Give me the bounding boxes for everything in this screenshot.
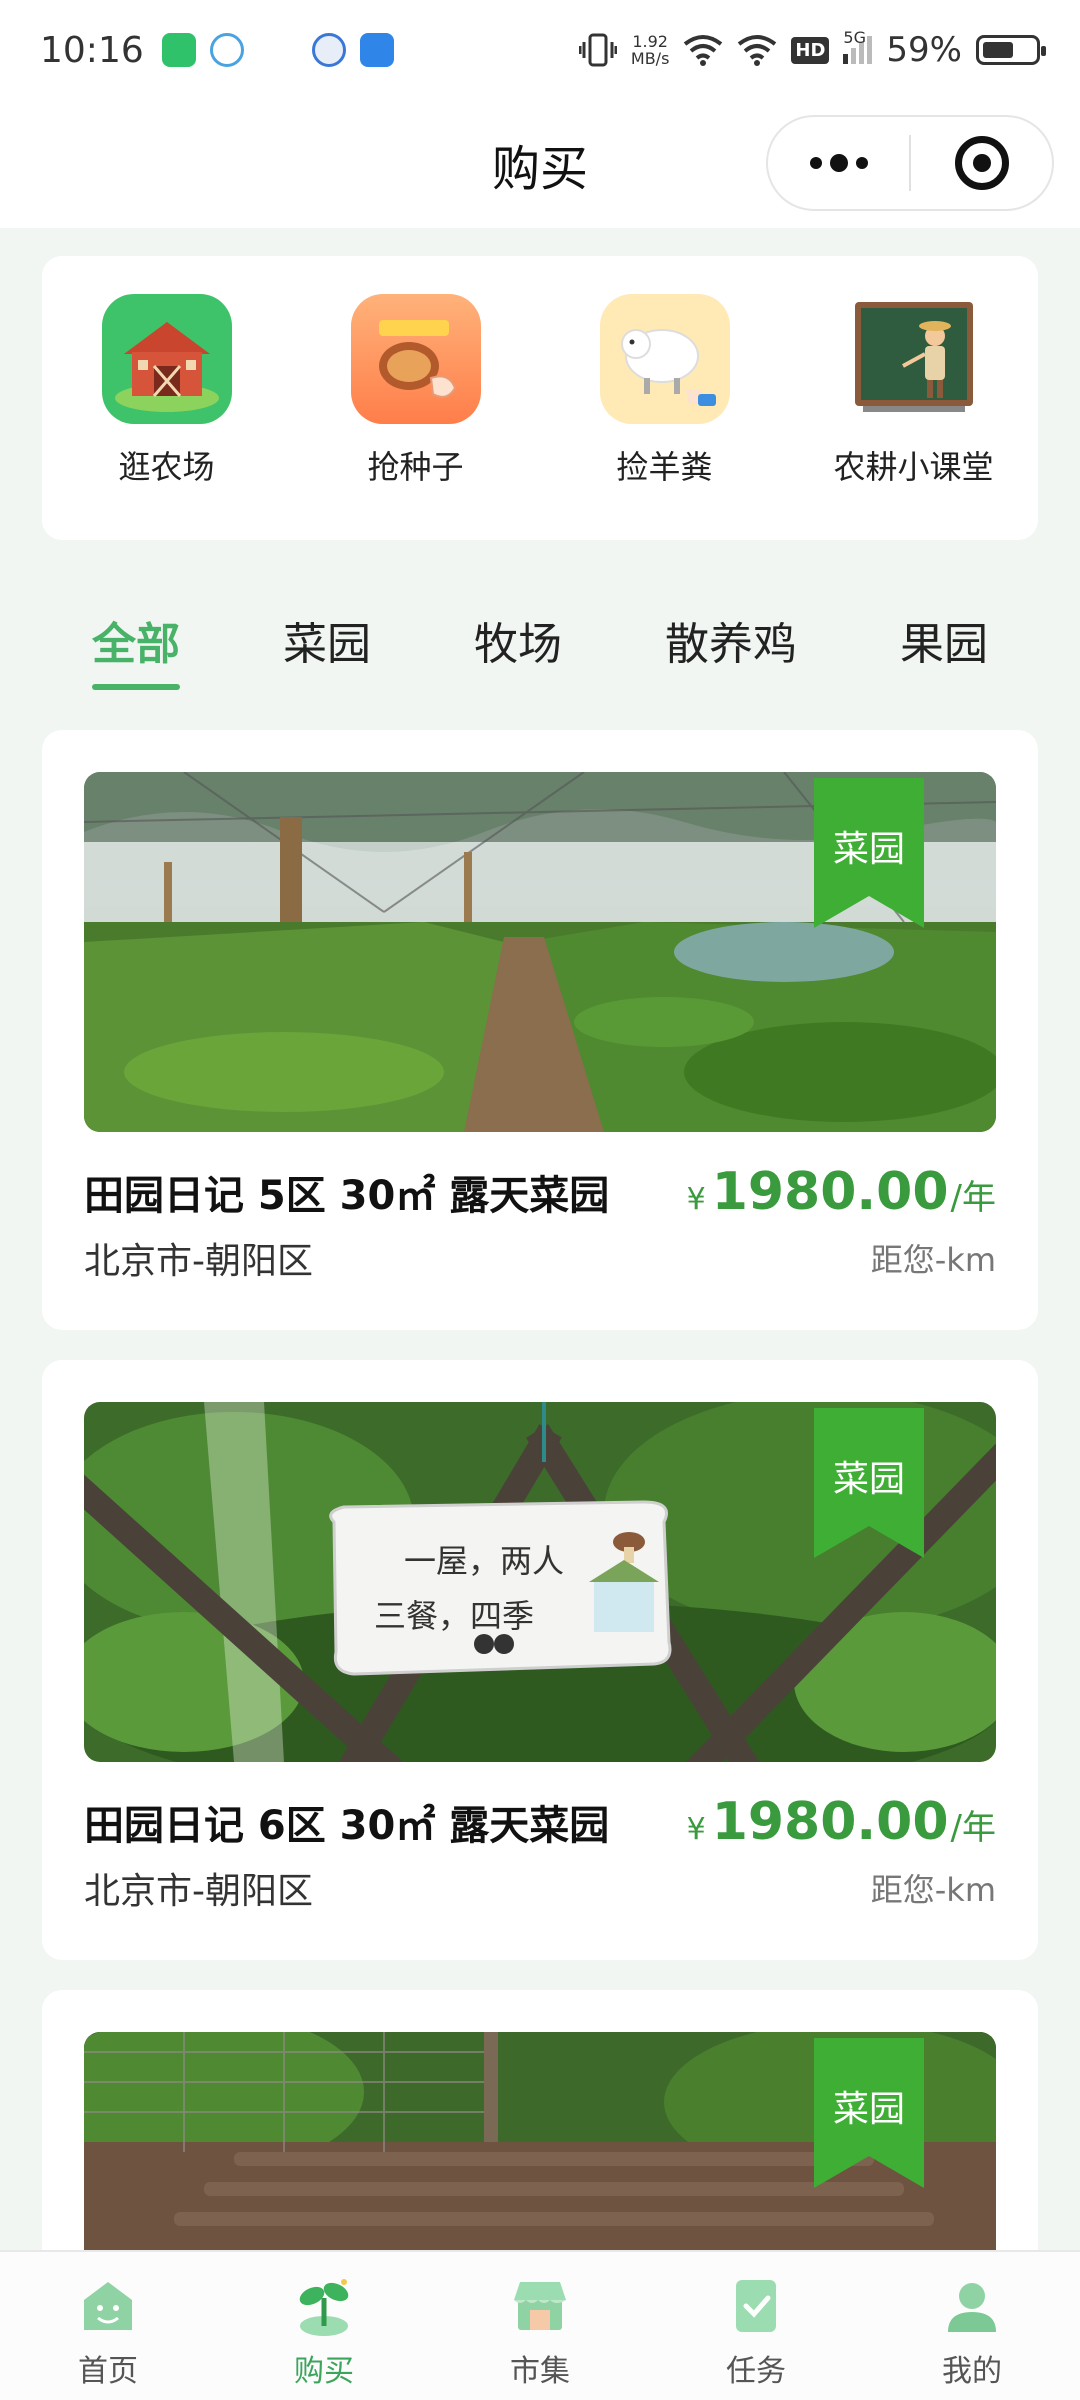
listing-distance: 距您-km [870,1241,996,1279]
listing-title-row: 田园日记 5区 30㎡ 露天菜园 ¥ 1980.00 /年 [84,1162,996,1222]
signal-indicator: 5G [843,28,873,64]
listing-title: 田园日记 5区 30㎡ 露天菜园 [84,1173,610,1219]
ribbon-label: 菜园 [832,2089,905,2130]
listing-card[interactable]: 菜园 [42,1990,1038,2290]
price-value: 1980.00 [711,1792,949,1852]
sheep-icon [599,294,730,424]
hd-badge: HD [791,36,830,64]
listing-meta-row: 北京市-朝阳区 距您-km [84,1232,996,1284]
bottom-nav-label: 我的 [942,2354,1002,2389]
price-currency: ¥ [686,1812,706,1847]
bottom-nav-label: 市集 [510,2354,570,2389]
tab-free-range-chicken[interactable]: 散养鸡 [665,586,797,672]
nav-bar: 购买 [0,100,1080,228]
net-speed-unit: MB/s [630,49,670,68]
listing-card[interactable]: 菜园 田园日记 5区 30㎡ 露天菜园 ¥ 1980.00 /年 北京市-朝阳区… [42,730,1038,1330]
category-tabs: 全部 菜园 牧场 散养鸡 果园 [42,586,1038,696]
tab-orchard[interactable]: 果园 [900,586,988,672]
chat-notification-icon [209,33,244,67]
market-stall-icon [514,2282,566,2330]
listing-photo: 一屋，两人 三餐，四季 菜园 [84,1402,996,1762]
page-title: 购买 [491,141,588,197]
wechat-notification-icon [161,33,196,67]
quick-label: 抢种子 [367,448,464,486]
price-unit: /年 [950,1808,996,1848]
price-value: 1980.00 [711,1162,949,1222]
ribbon-label: 菜园 [832,829,905,870]
category-ribbon: 菜园 [814,1408,924,1558]
quick-item-visit-farm[interactable]: 逛农场 [57,294,277,540]
price-currency: ¥ [686,1182,706,1217]
wifi-icon [684,35,723,66]
target-icon [954,136,1009,190]
signal-label: 5G [843,28,866,47]
barn-icon [101,294,232,424]
wifi-secondary-icon [738,35,777,66]
listing-photo: 菜园 [84,772,996,1132]
listing-card[interactable]: 一屋，两人 三餐，四季 菜园 田园日记 6区 30㎡ 露天菜园 ¥ 1980.0… [42,1360,1038,1960]
sign-text-line1: 一屋，两人 [404,1542,564,1580]
battery-icon [976,35,1046,65]
listing-title: 田园日记 6区 30㎡ 露天菜园 [84,1803,610,1849]
tab-all[interactable]: 全部 [92,586,180,690]
listing-meta-row: 北京市-朝阳区 距您-km [84,1862,996,1914]
bottom-nav-market[interactable]: 市集 [440,2252,640,2400]
bottom-nav-profile[interactable]: 我的 [872,2252,1072,2400]
quick-item-farming-class[interactable]: 农耕小课堂 [804,294,1024,540]
bottom-nav-tasks[interactable]: 任务 [656,2252,856,2400]
classroom-icon [848,294,979,424]
bottom-nav-buy[interactable]: 购买 [224,2252,424,2400]
more-button[interactable] [768,117,909,209]
net-speed: 1.92 MB/s [631,33,670,67]
shield-app-icon [311,33,346,67]
status-bar: 10:16 1.92 MB/s HD 5G 59% [0,0,1080,100]
sprout-icon [299,2279,349,2336]
mini-program-capsule [766,115,1054,211]
quick-item-grab-seeds[interactable]: 抢种子 [306,294,526,540]
tab-pasture[interactable]: 牧场 [474,586,562,672]
seed-grab-icon [350,294,481,424]
profile-icon [948,2283,996,2332]
listing-location: 北京市-朝阳区 [84,1241,313,1282]
quick-item-collect-manure[interactable]: 捡羊粪 [555,294,775,540]
status-right: 1.92 MB/s HD 5G 59% [578,28,1046,70]
bottom-nav-label: 购买 [294,2354,354,2389]
listing-distance: 距您-km [870,1871,996,1909]
quick-label: 逛农场 [118,448,215,486]
close-mini-program-button[interactable] [911,117,1052,209]
category-ribbon: 菜园 [814,778,924,928]
more-dots-icon [809,154,868,172]
listing-title-row: 田园日记 6区 30㎡ 露天菜园 ¥ 1980.00 /年 [84,1792,996,1852]
price-unit: /年 [950,1178,996,1218]
status-time: 10:16 [40,29,144,71]
clipboard-app-icon [359,33,394,67]
bottom-nav-home[interactable]: 首页 [8,2252,208,2400]
category-ribbon: 菜园 [814,2038,924,2188]
listing-price: ¥ 1980.00 /年 [687,1162,996,1222]
quick-label: 捡羊粪 [616,448,713,486]
net-speed-value: 1.92 [632,32,668,51]
listing-location: 北京市-朝阳区 [84,1871,313,1912]
bottom-nav-label: 首页 [78,2354,138,2389]
ribbon-label: 菜园 [832,1459,905,1500]
quick-menu: 逛农场 抢种子 捡羊粪 农耕小课堂 [42,256,1038,540]
battery-percent: 59% [886,30,962,70]
sign-text-line2: 三餐，四季 [374,1597,534,1635]
status-left: 10:16 [40,30,394,71]
bottom-nav-label: 任务 [726,2354,786,2389]
bottom-nav: 首页 购买 市集 任务 我的 [0,2250,1080,2400]
quick-label: 农耕小课堂 [833,448,994,486]
tab-vegetable-garden[interactable]: 菜园 [283,586,371,672]
home-face-icon [84,2282,132,2330]
task-check-icon [736,2280,776,2332]
listing-price: ¥ 1980.00 /年 [687,1792,996,1852]
vibrate-icon [578,33,617,67]
